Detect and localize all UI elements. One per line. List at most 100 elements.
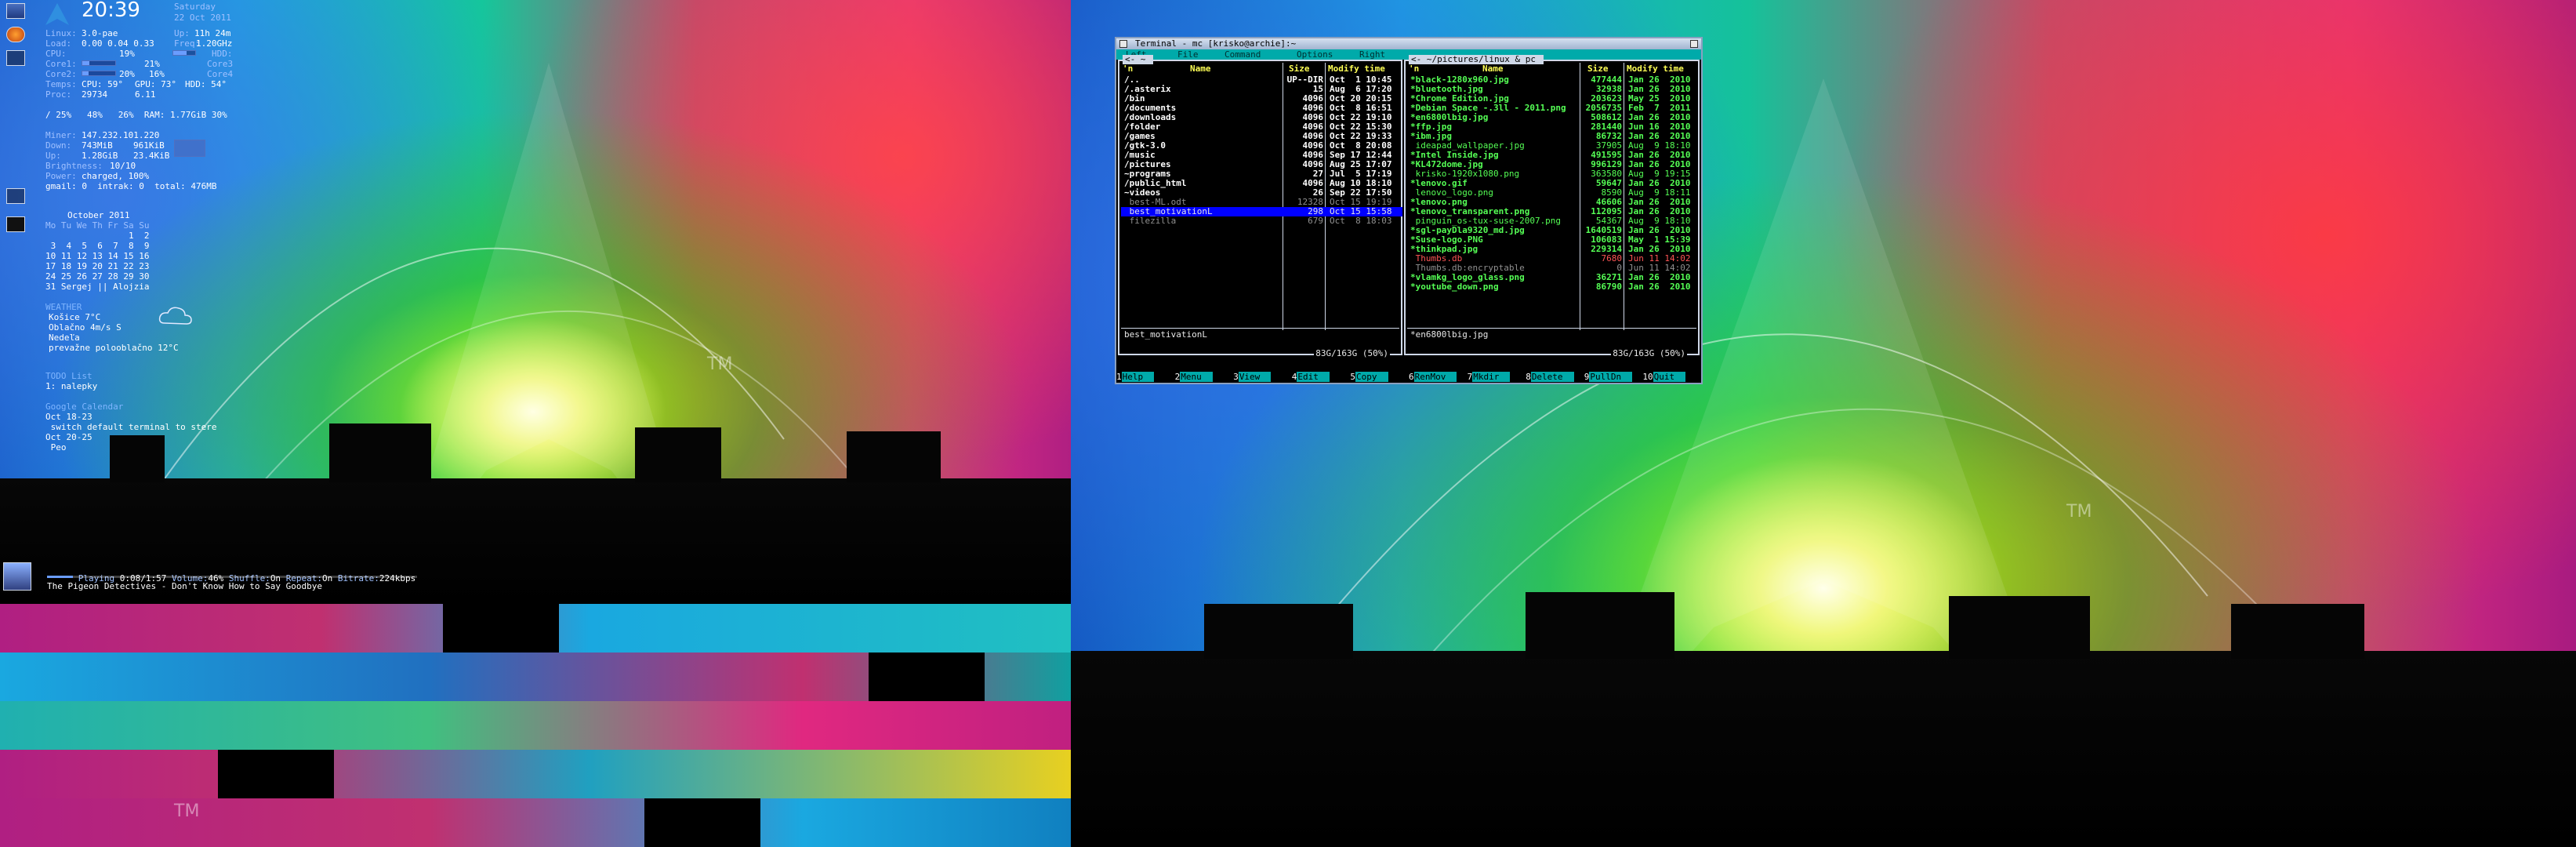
gmail-line: gmail: 0 intrak: 0 total: 476MB [45, 181, 217, 191]
left-free-space: 83G/163G (50%) [1314, 348, 1390, 358]
repeat-value: On [322, 573, 333, 583]
ip-label: Miner: [45, 130, 77, 140]
glitch-stripe [0, 653, 1071, 701]
glitch-stripe: TM [0, 798, 1071, 847]
kernel-value: 3.0-pae [82, 28, 118, 38]
glitch-stripe [0, 701, 1071, 750]
calendar-week: 24 25 26 27 28 29 30 [45, 271, 150, 282]
right-mini-status: *en6800lbig.jpg [1410, 329, 1489, 340]
menu-right[interactable]: Right [1359, 49, 1385, 60]
freq-value: 1.20GHz [196, 38, 233, 49]
proc2-value: 6.11 [135, 89, 156, 100]
todo-item: 1: nalepky [45, 381, 98, 391]
file-mtime: Jan 26 2010 [1628, 282, 1691, 292]
fkey-menu[interactable]: 2Menu [1175, 372, 1213, 383]
file-mtime: Oct 8 18:03 [1330, 216, 1392, 226]
wallpaper-tm-mark: TM [2066, 502, 2092, 522]
fkey-mkdir[interactable]: 7Mkdir [1468, 372, 1511, 383]
core1-value: 21% [144, 59, 160, 69]
hut-silhouette [1949, 596, 2090, 659]
fkey-copy[interactable]: 5Copy [1350, 372, 1388, 383]
down-value: 743MiB [82, 140, 113, 151]
up-value: 1.28GiB [82, 151, 118, 161]
home-folder-icon[interactable] [6, 3, 25, 19]
col-header-mtime[interactable]: Modify time [1328, 64, 1385, 74]
down-label: Down: [45, 140, 72, 151]
fs-ram-line: / 25% 48% 26% RAM: 1.77GiB 30% [45, 110, 227, 120]
bitrate-label: Bitrate: [337, 573, 379, 583]
right-panel-path[interactable]: <- ~/pictures/linux & pc [1409, 55, 1544, 64]
col-header-n[interactable]: 'n [1123, 64, 1133, 74]
gcal-line: Peo [45, 442, 67, 453]
clock: 20:39 [82, 0, 140, 22]
menu-file[interactable]: File [1177, 49, 1199, 60]
brightness-value: 10/10 [110, 161, 136, 171]
col-header-n[interactable]: 'n [1409, 64, 1419, 74]
core2-label: Core2: [45, 69, 77, 79]
fkey-view[interactable]: 3View [1233, 372, 1272, 383]
col-header-name[interactable]: Name [1190, 64, 1211, 74]
music-player-icon[interactable] [3, 562, 31, 591]
terminal-titlebar[interactable]: Terminal - mc [krisko@archie]:~ [1116, 38, 1701, 49]
song-progress-bar[interactable] [47, 576, 417, 578]
power-value: charged, 100% [82, 171, 150, 181]
date-full: 22 Oct 2011 [174, 13, 231, 23]
gcal-line: switch default terminal to stere [45, 422, 217, 432]
cloud-icon [158, 307, 192, 325]
proc-label: Proc: [45, 89, 72, 100]
function-key-bar: 1Help 2Menu 3View 4Edit 5Copy 6RenMov 7Mkdir 8D… [1116, 372, 1701, 383]
core4-label: Core4 [207, 69, 234, 79]
calendar-icon[interactable] [6, 188, 25, 204]
window-menu-icon[interactable] [1119, 40, 1127, 48]
close-icon[interactable] [1690, 40, 1698, 48]
terminal-icon[interactable] [6, 50, 25, 66]
file-size: 679 [1308, 216, 1323, 226]
cpu-label: CPU: [45, 49, 67, 59]
file-name: *youtube_down.png [1410, 282, 1499, 292]
menu-command[interactable]: Command [1225, 49, 1261, 60]
core1-bar [82, 60, 116, 66]
hut-silhouette [329, 424, 431, 482]
core3-label: Core3 [207, 59, 234, 69]
weather-line: prevažne polooblačno 12°C [49, 343, 179, 353]
gcal-line: Oct 18-23 [45, 412, 93, 422]
ground-silhouette [1071, 651, 2576, 847]
menu-options[interactable]: Options [1297, 49, 1333, 60]
wallpaper-tm-mark: TM [707, 354, 733, 374]
file-row[interactable]: filezilla 679 Oct 8 18:03 [1121, 216, 1402, 226]
calendar-week: 3 4 5 6 7 8 9 [45, 241, 150, 251]
file-row[interactable]: *youtube_down.png 86790 Jan 26 2010 [1407, 282, 1700, 292]
fkey-renmov[interactable]: 6RenMov [1409, 372, 1457, 383]
fkey-delete[interactable]: 8Delete [1526, 372, 1574, 383]
col-header-name[interactable]: Name [1482, 64, 1504, 74]
up-rate: 23.4KiB [133, 151, 170, 161]
core2-bar [82, 71, 116, 76]
col-header-size[interactable]: Size [1289, 64, 1310, 74]
terminal-window[interactable]: Terminal - mc [krisko@archie]:~ Left Fil… [1115, 37, 1703, 384]
temp-gpu: GPU: 73° [135, 79, 176, 89]
calendar-week: 17 18 19 20 21 22 23 [45, 261, 150, 271]
net-graph [174, 140, 205, 157]
power-label: Power: [45, 171, 77, 181]
col-header-size[interactable]: Size [1587, 64, 1609, 74]
fkey-help[interactable]: 1Help [1116, 372, 1155, 383]
fkey-pulldn[interactable]: 9PullDn [1584, 372, 1633, 383]
kernel-label: Linux: [45, 28, 77, 38]
left-desktop: TM TM 20:39 Saturday 22 Oct 2011 Linux: … [0, 0, 1071, 847]
fkey-quit[interactable]: 10Quit [1642, 372, 1686, 383]
brightness-label: Brightness: [45, 161, 103, 171]
display-icon[interactable] [6, 216, 25, 232]
weather-line: Košice 7°C [49, 312, 101, 322]
col-header-mtime[interactable]: Modify time [1627, 64, 1684, 74]
gcal-line: Oct 20-25 [45, 432, 93, 442]
fkey-edit[interactable]: 4Edit [1292, 372, 1330, 383]
proc-value: 29734 [82, 89, 108, 100]
calendar-week: 1 2 [45, 231, 150, 241]
hut-silhouette [1204, 604, 1353, 659]
left-mini-status: best_motivationL [1124, 329, 1207, 340]
right-panel[interactable]: <- ~/pictures/linux & pc 'n Name Size Mo… [1404, 55, 1700, 358]
weather-line: Nedeľa [49, 333, 80, 343]
date-day: Saturday [174, 2, 216, 12]
left-panel[interactable]: <- ~ 'n Name Size Modify time /.. UP--DIR… [1118, 55, 1402, 358]
firefox-icon[interactable] [6, 27, 25, 42]
